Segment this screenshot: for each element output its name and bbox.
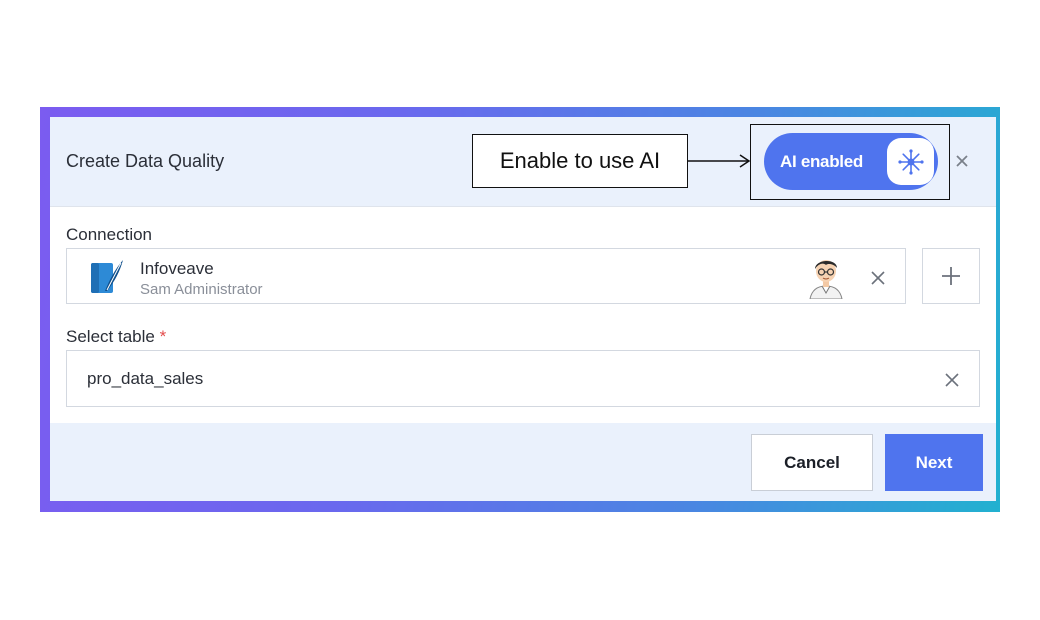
create-data-quality-dialog: Create Data Quality Enable to use AI AI … — [50, 117, 996, 501]
ai-toggle-knob — [887, 138, 934, 185]
select-table-label: Select table * — [66, 327, 166, 347]
callout-arrow-icon — [688, 154, 751, 168]
connection-name: Infoveave — [140, 259, 214, 278]
cancel-button[interactable]: Cancel — [751, 434, 873, 491]
dialog-title: Create Data Quality — [66, 151, 225, 171]
required-marker: * — [159, 327, 167, 346]
sparkle-icon — [897, 148, 924, 175]
connection-label: Connection — [66, 225, 153, 244]
connection-select[interactable]: Infoveave Sam Administrator — [66, 248, 906, 304]
ai-toggle-label: AI enabled — [780, 151, 863, 171]
add-connection-button[interactable] — [922, 248, 980, 304]
plus-icon — [942, 267, 960, 285]
connection-user: Sam Administrator — [140, 281, 263, 298]
close-icon — [871, 271, 885, 285]
clear-table-button[interactable] — [941, 369, 963, 391]
ai-enabled-toggle[interactable]: AI enabled — [764, 133, 938, 190]
avatar — [809, 260, 843, 299]
select-table-label-text: Select table — [66, 327, 155, 346]
ai-callout-label: Enable to use AI — [472, 134, 688, 188]
close-icon — [956, 155, 968, 167]
next-button[interactable]: Next — [885, 434, 983, 491]
close-dialog-button[interactable] — [952, 151, 972, 171]
dialog-header: Create Data Quality Enable to use AI AI … — [50, 117, 996, 207]
close-icon — [945, 373, 959, 387]
clear-connection-button[interactable] — [867, 267, 889, 289]
database-icon — [91, 260, 123, 293]
selected-table-value: pro_data_sales — [87, 369, 204, 388]
select-table-input[interactable]: pro_data_sales — [66, 350, 980, 407]
